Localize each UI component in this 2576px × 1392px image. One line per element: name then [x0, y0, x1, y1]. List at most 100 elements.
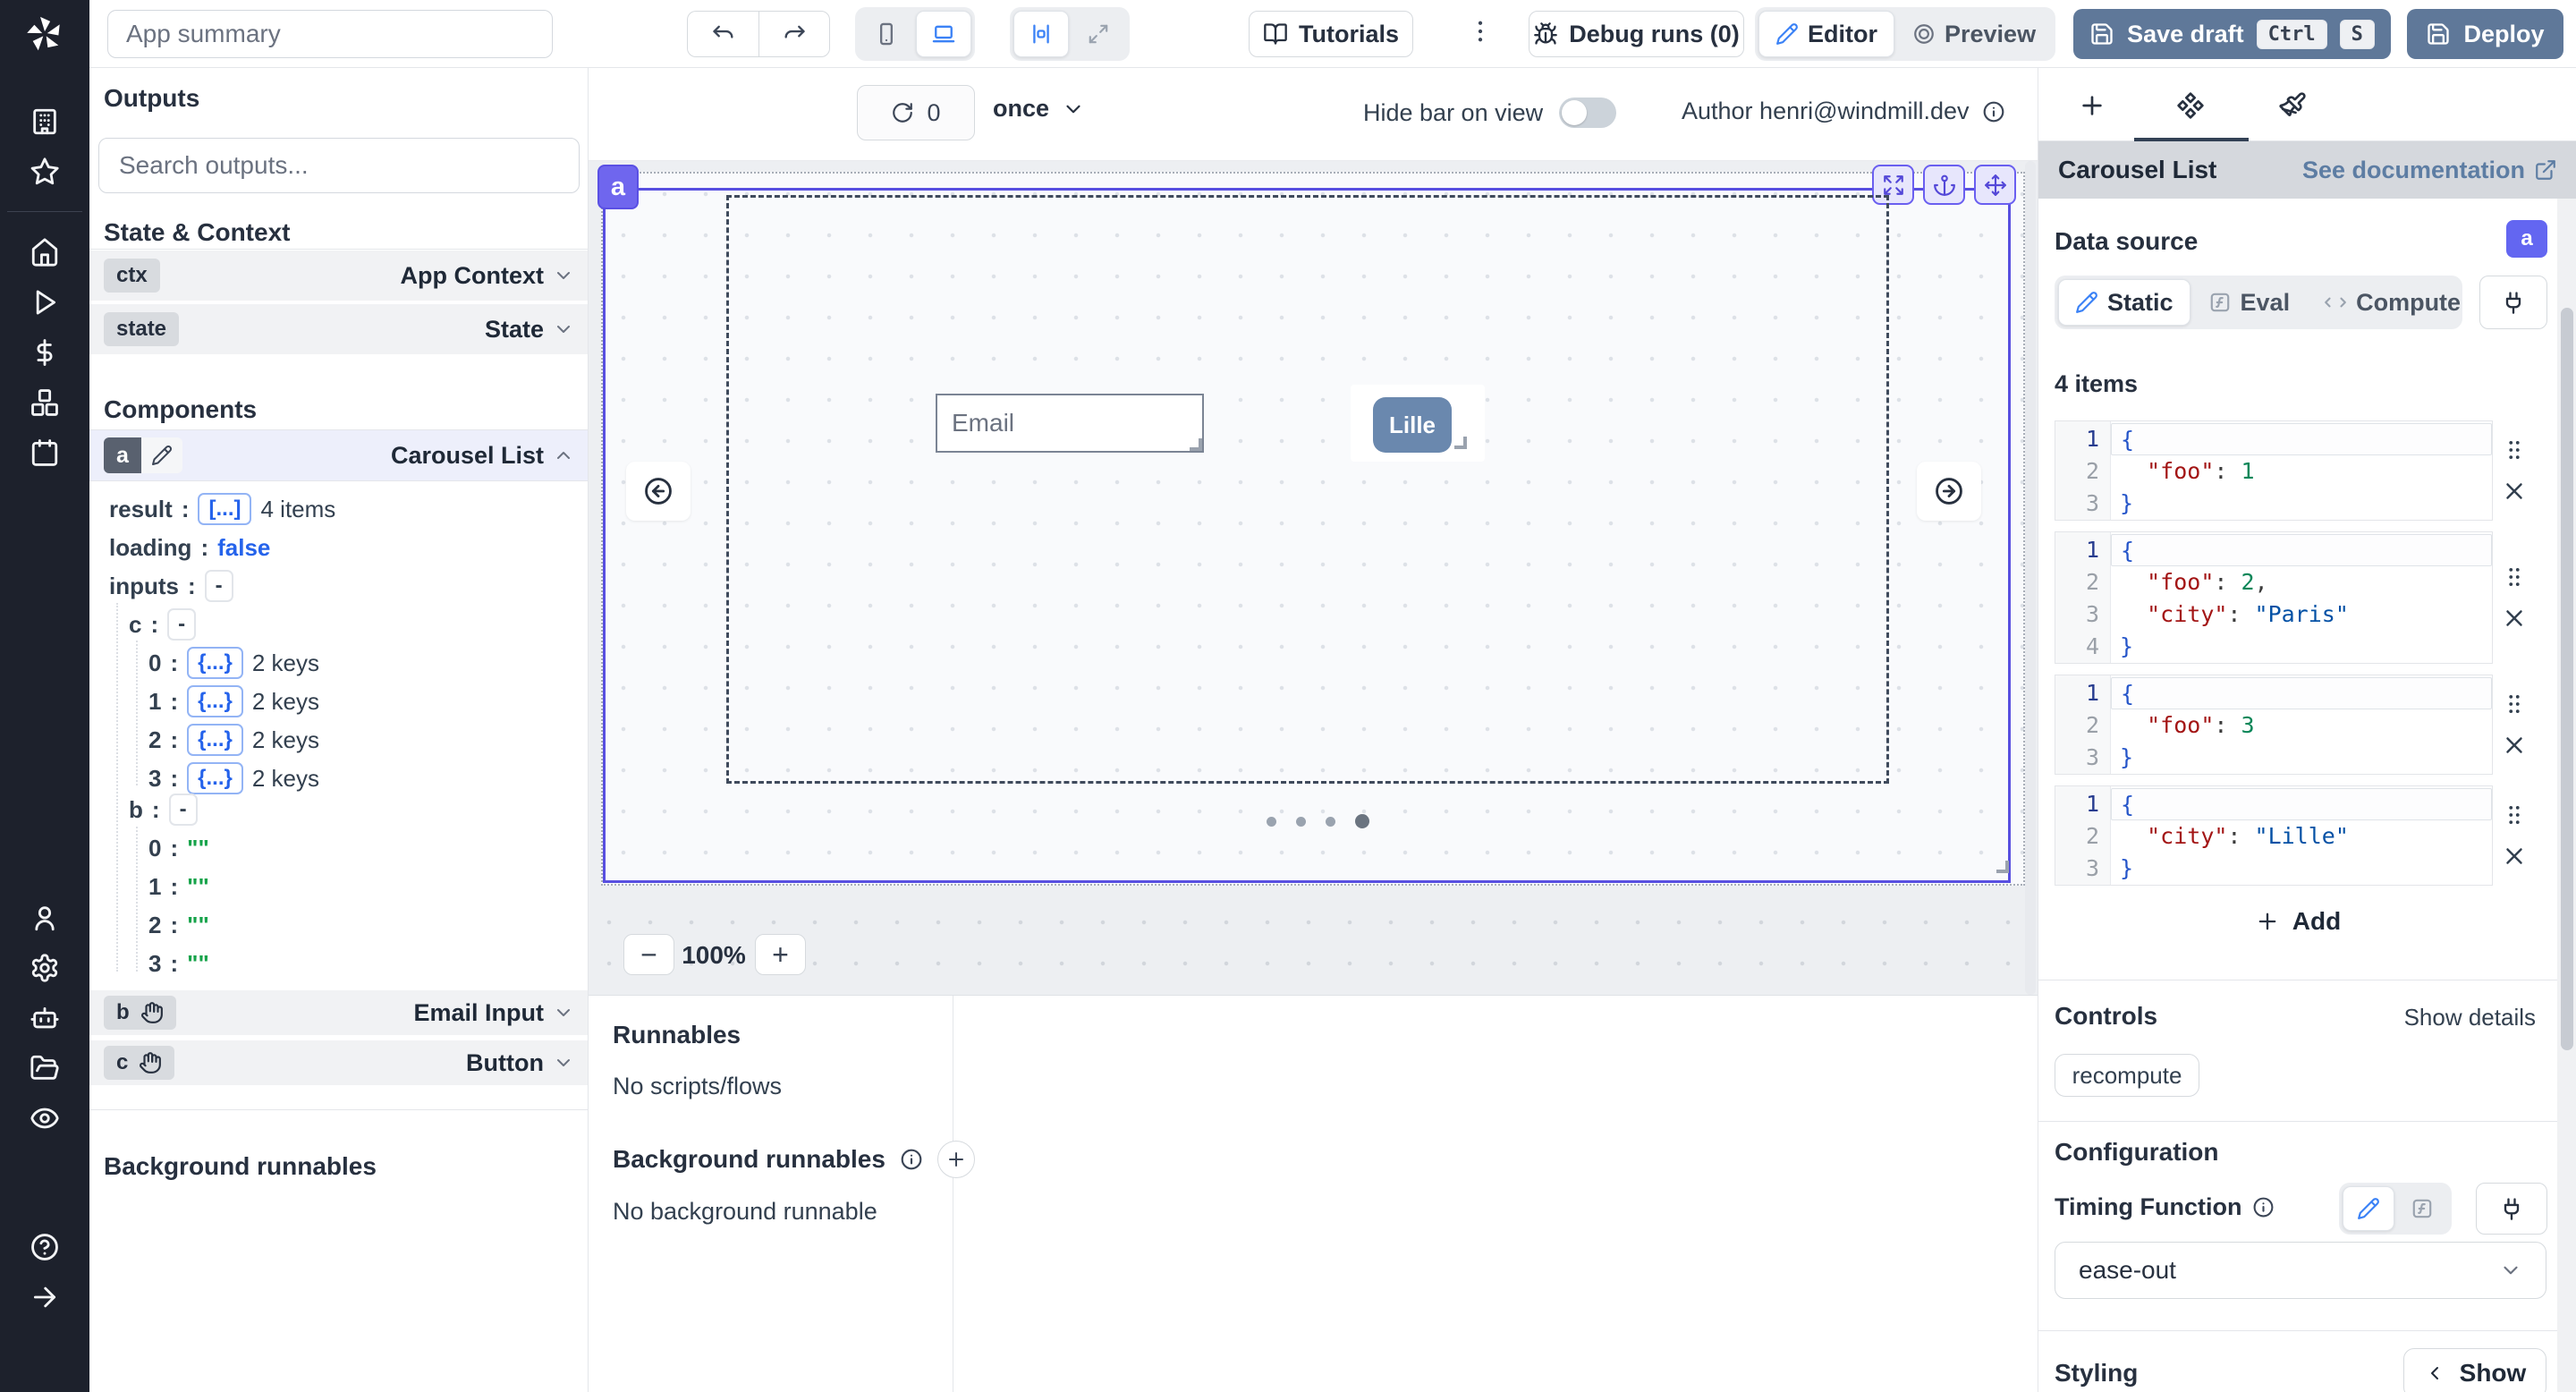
rail-play-icon[interactable]	[0, 277, 89, 327]
zoom-in-button[interactable]: +	[755, 934, 806, 975]
debug-runs-button[interactable]: Debug runs (0)	[1529, 11, 1744, 57]
email-resize-handle[interactable]	[1190, 438, 1202, 451]
anchor-component-button[interactable]	[1923, 165, 1965, 205]
carousel-next-button[interactable]	[1917, 462, 1981, 521]
move-component-button[interactable]	[1974, 165, 2016, 205]
timing-connect-button[interactable]	[2476, 1183, 2547, 1235]
hide-bar-toggle[interactable]	[1559, 98, 1616, 128]
rail-help-circle-icon[interactable]	[0, 1222, 89, 1272]
static-mode-tab[interactable]: Static	[2058, 279, 2190, 326]
mobile-view-button[interactable]	[859, 11, 914, 57]
tree-expand-chip[interactable]: -	[169, 794, 198, 826]
center-layout-button[interactable]	[1013, 11, 1069, 57]
tree-expand-chip[interactable]: {...}	[187, 685, 243, 717]
carousel-dot[interactable]	[1326, 817, 1335, 827]
button-component[interactable]: Lille	[1373, 397, 1452, 453]
tree-expand-chip[interactable]: {...}	[187, 762, 243, 794]
carousel-dot-active[interactable]	[1355, 814, 1369, 828]
delete-item-icon[interactable]	[2501, 732, 2528, 759]
app-summary-input[interactable]: App summary	[107, 10, 553, 58]
add-item-button[interactable]: Add	[2038, 907, 2557, 936]
css-tab[interactable]	[2267, 81, 2318, 131]
rail-eye-icon[interactable]	[0, 1093, 89, 1143]
deploy-button[interactable]: Deploy	[2407, 9, 2563, 59]
redo-button[interactable]	[758, 11, 830, 57]
styling-show-button[interactable]: Show	[2403, 1348, 2546, 1392]
insert-tab[interactable]	[2067, 81, 2117, 131]
editor-tab[interactable]: Editor	[1758, 11, 1894, 57]
rail-arrow-right-icon[interactable]	[0, 1272, 89, 1322]
rail-dollar-icon[interactable]	[0, 327, 89, 378]
button-component-row[interactable]: c Button	[89, 1040, 589, 1087]
zoom-out-button[interactable]: −	[623, 934, 674, 975]
paintbrush-icon	[2278, 91, 2307, 120]
tutorials-button[interactable]: Tutorials	[1249, 11, 1413, 57]
recompute-button[interactable]: recompute	[2055, 1054, 2199, 1097]
connect-input-button[interactable]	[2479, 276, 2547, 329]
tree-expand-chip[interactable]: {...}	[187, 724, 243, 756]
fullwidth-layout-button[interactable]	[1071, 11, 1126, 57]
more-menu-button[interactable]	[1465, 16, 1496, 51]
timing-eval-tab[interactable]	[2396, 1186, 2448, 1231]
schedule-dropdown[interactable]: once	[993, 95, 1085, 123]
rail-building-icon[interactable]	[0, 97, 89, 147]
button-resize-handle[interactable]	[1454, 437, 1467, 449]
delete-item-icon[interactable]	[2501, 605, 2528, 632]
delete-item-icon[interactable]	[2501, 843, 2528, 870]
carousel-dot[interactable]	[1267, 817, 1276, 827]
rail-gear-icon[interactable]	[0, 943, 89, 993]
timing-static-tab[interactable]	[2343, 1186, 2394, 1231]
canvas-scrollbar[interactable]	[2025, 161, 2036, 995]
carousel-prev-button[interactable]	[626, 462, 691, 521]
state-row[interactable]: state State	[89, 304, 589, 356]
undo-button[interactable]	[687, 11, 758, 57]
windmill-logo[interactable]	[0, 0, 89, 68]
rename-button[interactable]	[141, 437, 182, 473]
rail-calendar-icon[interactable]	[0, 428, 89, 478]
rail-user-icon[interactable]	[0, 893, 89, 943]
tree-expand-chip[interactable]: -	[205, 570, 233, 602]
container-resize-handle[interactable]	[1996, 861, 2009, 873]
refresh-count-button[interactable]: 0	[857, 85, 975, 140]
desktop-view-button[interactable]	[916, 11, 971, 57]
carousel-component-row[interactable]: a Carousel List	[89, 429, 589, 481]
settings-tab[interactable]	[2165, 81, 2216, 131]
json-editor[interactable]: 123{ "foo": 1}	[2055, 420, 2493, 521]
carousel-dot[interactable]	[1296, 817, 1306, 827]
json-editor[interactable]: 123{ "foo": 3}	[2055, 675, 2493, 775]
json-editor[interactable]: 123{ "city": "Lille"}	[2055, 785, 2493, 886]
rail-bot-icon[interactable]	[0, 993, 89, 1043]
email-input-component[interactable]: Email	[936, 394, 1204, 453]
code-icon	[2324, 291, 2347, 314]
drag-handle-icon[interactable]	[2501, 437, 2528, 463]
email-input-component-row[interactable]: b Email Input	[89, 990, 589, 1037]
drag-handle-icon[interactable]	[2501, 802, 2528, 828]
tree-expand-chip[interactable]: {...}	[187, 647, 243, 679]
json-editor[interactable]: 1234{ "foo": 2, "city": "Paris"}	[2055, 531, 2493, 664]
tree-expand-chip[interactable]: [...]	[198, 493, 251, 525]
panel-scrollbar-thumb[interactable]	[2561, 308, 2573, 1050]
save-draft-button[interactable]: Save draft Ctrl S	[2073, 9, 2391, 59]
app-canvas[interactable]: a Email Lille − 100% +	[589, 161, 2038, 995]
search-outputs-input[interactable]: Search outputs...	[98, 138, 580, 193]
timing-function-select[interactable]: ease-out	[2055, 1242, 2546, 1299]
compute-mode-tab[interactable]: Compute	[2308, 279, 2477, 326]
carousel-item-dropzone[interactable]	[726, 195, 1889, 784]
rail-boxes-icon[interactable]	[0, 378, 89, 428]
add-background-runnable-button[interactable]	[937, 1141, 975, 1178]
drag-handle-icon[interactable]	[2501, 691, 2528, 717]
rail-folder-icon[interactable]	[0, 1043, 89, 1093]
canvas-toolbar: 0 once Hide bar on view Author henri@win…	[589, 68, 2038, 161]
tree-expand-chip[interactable]: -	[167, 608, 196, 641]
smartphone-icon	[874, 21, 899, 47]
see-documentation-link[interactable]: See documentation	[2302, 157, 2557, 184]
rail-home-icon[interactable]	[0, 227, 89, 277]
show-details-link[interactable]: Show details	[2343, 1004, 2536, 1031]
preview-tab[interactable]: Preview	[1896, 11, 2052, 57]
ctx-row[interactable]: ctx App Context	[89, 250, 589, 302]
rail-star-icon[interactable]	[0, 147, 89, 197]
eval-mode-tab[interactable]: Eval	[2192, 279, 2307, 326]
drag-handle-icon[interactable]	[2501, 564, 2528, 590]
delete-item-icon[interactable]	[2501, 478, 2528, 505]
chevron-up-icon	[553, 445, 574, 466]
